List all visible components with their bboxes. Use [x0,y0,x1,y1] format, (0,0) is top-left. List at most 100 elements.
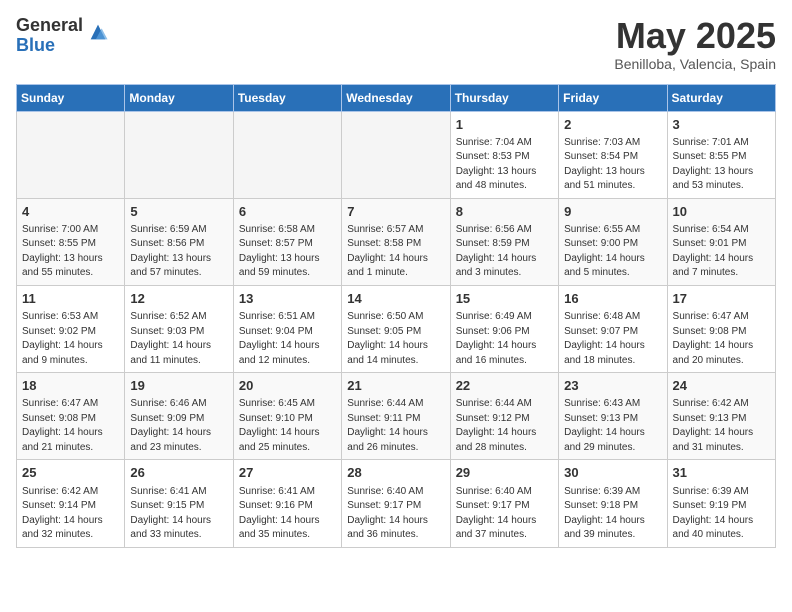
day-number: 15 [456,290,553,308]
column-header-monday: Monday [125,84,233,111]
week-row-5: 25 Sunrise: 6:42 AMSunset: 9:14 PMDayligh… [17,460,776,547]
day-info: Sunrise: 6:57 AMSunset: 8:58 PMDaylight:… [347,223,444,281]
calendar-cell: 23 Sunrise: 6:43 AMSunset: 9:13 PMDayligh… [559,373,667,460]
calendar-cell: 15Sunrise: 6:49 AMSunset: 9:06 PMDayligh… [450,285,558,372]
logo-icon [87,21,109,43]
day-info: Sunrise: 6:51 AMSunset: 9:04 PMDaylight:… [239,310,336,368]
day-info: Sunrise: 6:56 AMSunset: 8:59 PMDaylight:… [456,223,553,281]
calendar-cell: 22Sunrise: 6:44 AMSunset: 9:12 PMDayligh… [450,373,558,460]
day-number: 30 [564,464,661,482]
day-info: Sunrise: 6:59 AMSunset: 8:56 PMDaylight:… [130,223,227,281]
day-number: 19 [130,377,227,395]
week-row-2: 4 Sunrise: 7:00 AMSunset: 8:55 PMDaylight… [17,198,776,285]
day-number: 23 [564,377,661,395]
day-info: Sunrise: 6:46 AMSunset: 9:09 PMDaylight:… [130,397,227,455]
calendar-cell: 26 Sunrise: 6:41 AMSunset: 9:15 PMDayligh… [125,460,233,547]
day-info: Sunrise: 6:53 AMSunset: 9:02 PMDaylight:… [22,310,119,368]
day-number: 6 [239,203,336,221]
day-info: Sunrise: 6:42 AMSunset: 9:14 PMDaylight:… [22,485,119,543]
calendar-cell: 2 Sunrise: 7:03 AMSunset: 8:54 PMDaylight… [559,111,667,198]
logo-blue-text: Blue [16,36,83,56]
day-number: 25 [22,464,119,482]
calendar-cell: 10 Sunrise: 6:54 AMSunset: 9:01 PMDayligh… [667,198,775,285]
day-info: Sunrise: 7:04 AMSunset: 8:53 PMDaylight:… [456,136,553,194]
logo-general-text: General [16,16,83,36]
day-number: 1 [456,116,553,134]
calendar-cell: 30 Sunrise: 6:39 AMSunset: 9:18 PMDayligh… [559,460,667,547]
calendar-cell: 13 Sunrise: 6:51 AMSunset: 9:04 PMDayligh… [233,285,341,372]
calendar-cell: 28 Sunrise: 6:40 AMSunset: 9:17 PMDayligh… [342,460,450,547]
day-info: Sunrise: 6:55 AMSunset: 9:00 PMDaylight:… [564,223,661,281]
day-info: Sunrise: 6:41 AMSunset: 9:15 PMDaylight:… [130,485,227,543]
day-number: 18 [22,377,119,395]
calendar-cell: 1 Sunrise: 7:04 AMSunset: 8:53 PMDaylight… [450,111,558,198]
logo: General Blue [16,16,109,56]
day-number: 3 [673,116,770,134]
column-header-tuesday: Tuesday [233,84,341,111]
day-number: 11 [22,290,119,308]
day-number: 5 [130,203,227,221]
day-info: Sunrise: 6:41 AMSunset: 9:16 PMDaylight:… [239,485,336,543]
day-info: Sunrise: 7:01 AMSunset: 8:55 PMDaylight:… [673,136,770,194]
day-number: 31 [673,464,770,482]
calendar-cell: 4 Sunrise: 7:00 AMSunset: 8:55 PMDaylight… [17,198,125,285]
day-number: 22 [456,377,553,395]
calendar-cell: 29 Sunrise: 6:40 AMSunset: 9:17 PMDayligh… [450,460,558,547]
calendar-title: May 2025 [614,16,776,56]
column-header-saturday: Saturday [667,84,775,111]
calendar-cell: 20Sunrise: 6:45 AMSunset: 9:10 PMDayligh… [233,373,341,460]
day-number: 17 [673,290,770,308]
day-info: Sunrise: 6:54 AMSunset: 9:01 PMDaylight:… [673,223,770,281]
week-row-3: 11 Sunrise: 6:53 AMSunset: 9:02 PMDayligh… [17,285,776,372]
day-number: 26 [130,464,227,482]
calendar-cell: 8 Sunrise: 6:56 AMSunset: 8:59 PMDaylight… [450,198,558,285]
calendar-cell: 18 Sunrise: 6:47 AMSunset: 9:08 PMDayligh… [17,373,125,460]
column-header-sunday: Sunday [17,84,125,111]
day-number: 10 [673,203,770,221]
day-number: 13 [239,290,336,308]
day-info: Sunrise: 7:03 AMSunset: 8:54 PMDaylight:… [564,136,661,194]
calendar-cell: 27Sunrise: 6:41 AMSunset: 9:16 PMDayligh… [233,460,341,547]
day-number: 9 [564,203,661,221]
day-info: Sunrise: 6:43 AMSunset: 9:13 PMDaylight:… [564,397,661,455]
day-info: Sunrise: 6:40 AMSunset: 9:17 PMDaylight:… [347,485,444,543]
calendar-cell: 31 Sunrise: 6:39 AMSunset: 9:19 PMDayligh… [667,460,775,547]
day-info: Sunrise: 6:44 AMSunset: 9:11 PMDaylight:… [347,397,444,455]
day-info: Sunrise: 6:58 AMSunset: 8:57 PMDaylight:… [239,223,336,281]
day-info: Sunrise: 6:52 AMSunset: 9:03 PMDaylight:… [130,310,227,368]
calendar-cell: 6 Sunrise: 6:58 AMSunset: 8:57 PMDaylight… [233,198,341,285]
calendar-cell: 19 Sunrise: 6:46 AMSunset: 9:09 PMDayligh… [125,373,233,460]
day-number: 16 [564,290,661,308]
calendar-cell: 17Sunrise: 6:47 AMSunset: 9:08 PMDayligh… [667,285,775,372]
column-header-wednesday: Wednesday [342,84,450,111]
calendar-cell: 7Sunrise: 6:57 AMSunset: 8:58 PMDaylight… [342,198,450,285]
title-section: May 2025 Benilloba, Valencia, Spain [614,16,776,72]
day-number: 28 [347,464,444,482]
calendar-cell: 25 Sunrise: 6:42 AMSunset: 9:14 PMDayligh… [17,460,125,547]
day-number: 24 [673,377,770,395]
calendar-table: SundayMondayTuesdayWednesdayThursdayFrid… [16,84,776,548]
calendar-cell: 3 Sunrise: 7:01 AMSunset: 8:55 PMDaylight… [667,111,775,198]
calendar-subtitle: Benilloba, Valencia, Spain [614,56,776,72]
day-info: Sunrise: 6:40 AMSunset: 9:17 PMDaylight:… [456,485,553,543]
calendar-cell: 16Sunrise: 6:48 AMSunset: 9:07 PMDayligh… [559,285,667,372]
day-info: Sunrise: 7:00 AMSunset: 8:55 PMDaylight:… [22,223,119,281]
day-info: Sunrise: 6:39 AMSunset: 9:19 PMDaylight:… [673,485,770,543]
calendar-cell [125,111,233,198]
column-header-thursday: Thursday [450,84,558,111]
day-info: Sunrise: 6:39 AMSunset: 9:18 PMDaylight:… [564,485,661,543]
calendar-cell [17,111,125,198]
calendar-cell: 9 Sunrise: 6:55 AMSunset: 9:00 PMDaylight… [559,198,667,285]
calendar-cell: 14Sunrise: 6:50 AMSunset: 9:05 PMDayligh… [342,285,450,372]
day-info: Sunrise: 6:47 AMSunset: 9:08 PMDaylight:… [22,397,119,455]
day-number: 29 [456,464,553,482]
day-number: 14 [347,290,444,308]
page-header: General Blue May 2025 Benilloba, Valenci… [16,16,776,72]
day-number: 2 [564,116,661,134]
day-number: 4 [22,203,119,221]
calendar-cell: 12Sunrise: 6:52 AMSunset: 9:03 PMDayligh… [125,285,233,372]
column-header-friday: Friday [559,84,667,111]
calendar-cell: 11 Sunrise: 6:53 AMSunset: 9:02 PMDayligh… [17,285,125,372]
day-number: 8 [456,203,553,221]
header-row: SundayMondayTuesdayWednesdayThursdayFrid… [17,84,776,111]
